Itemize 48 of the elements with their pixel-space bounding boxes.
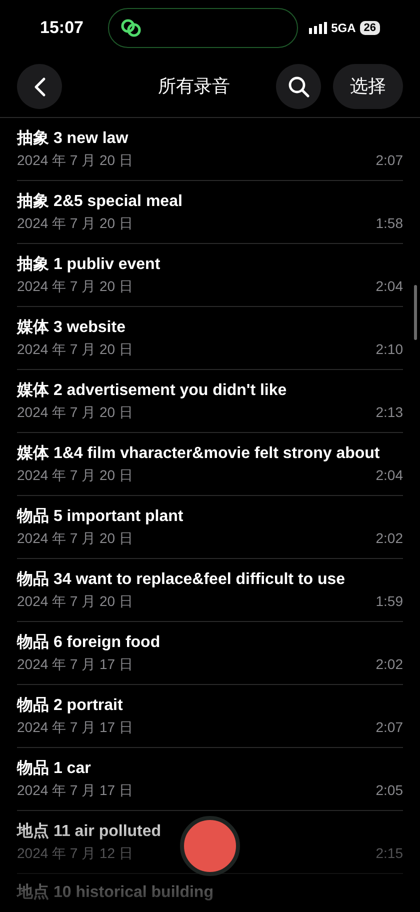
recording-title[interactable]: 抽象 3 new law (17, 128, 403, 150)
recording-date: 2024 年 7 月 17 日 (17, 655, 133, 674)
recording-duration: 2:07 (376, 151, 403, 170)
recording-date: 2024 年 7 月 20 日 (17, 151, 133, 170)
recording-title[interactable]: 抽象 2&5 special meal (17, 191, 403, 213)
recording-duration: 2:05 (376, 781, 403, 800)
recording-duration: 2:13 (376, 403, 403, 422)
link-rings-icon (118, 18, 143, 38)
recording-title[interactable]: 媒体 1&4 film vharacter&movie felt strony about (17, 443, 403, 465)
recording-duration: 2:04 (376, 277, 403, 296)
recording-date: 2024 年 7 月 20 日 (17, 214, 133, 233)
recording-title[interactable]: 地点 11 air polluted (17, 821, 403, 843)
signal-icon (309, 22, 328, 34)
recording-date: 2024 年 7 月 17 日 (17, 718, 133, 737)
recording-date: 2024 年 7 月 20 日 (17, 529, 133, 548)
recording-duration: 1:58 (376, 214, 403, 233)
recording-duration: 2:07 (376, 718, 403, 737)
search-button[interactable] (276, 64, 321, 109)
recording-title[interactable]: 媒体 3 website (17, 317, 403, 339)
battery-indicator: 26 (360, 21, 380, 35)
recording-duration: 2:10 (376, 340, 403, 359)
select-button[interactable]: 选择 (333, 64, 403, 109)
recording-date: 2024 年 7 月 20 日 (17, 340, 133, 359)
recording-title[interactable]: 抽象 1 publiv event (17, 254, 403, 276)
recording-duration: 1:59 (376, 592, 403, 611)
recording-duration: 2:15 (376, 844, 403, 863)
recording-date: 2024 年 7 月 20 日 (17, 403, 133, 422)
recording-date: 2024 年 7 月 20 日 (17, 592, 133, 611)
recording-duration: 2:02 (376, 655, 403, 674)
recording-title[interactable]: 物品 2 portrait (17, 695, 403, 717)
search-icon (288, 76, 310, 98)
recording-title[interactable]: 物品 6 foreign food (17, 632, 403, 654)
recording-duration: 2:02 (376, 529, 403, 548)
recording-date: 2024 年 7 月 12 日 (17, 844, 133, 863)
back-button[interactable] (17, 64, 62, 109)
recording-title[interactable]: 媒体 2 advertisement you didn't like (17, 380, 403, 402)
network-label: 5GA (331, 20, 356, 37)
recording-date: 2024 年 7 月 17 日 (17, 781, 133, 800)
recording-date: 2024 年 7 月 20 日 (17, 466, 133, 485)
recording-title[interactable]: 物品 1 car (17, 758, 403, 780)
recording-duration: 2:04 (376, 466, 403, 485)
recording-title[interactable]: 物品 5 important plant (17, 506, 403, 528)
recording-title[interactable]: 物品 34 want to replace&feel difficult to use (17, 569, 403, 591)
clock-time: 15:07 (40, 17, 84, 40)
page-title: 所有录音 (157, 75, 231, 98)
recording-date: 2024 年 7 月 20 日 (17, 277, 133, 296)
scrollbar (414, 285, 417, 340)
chevron-left-icon (34, 76, 46, 96)
